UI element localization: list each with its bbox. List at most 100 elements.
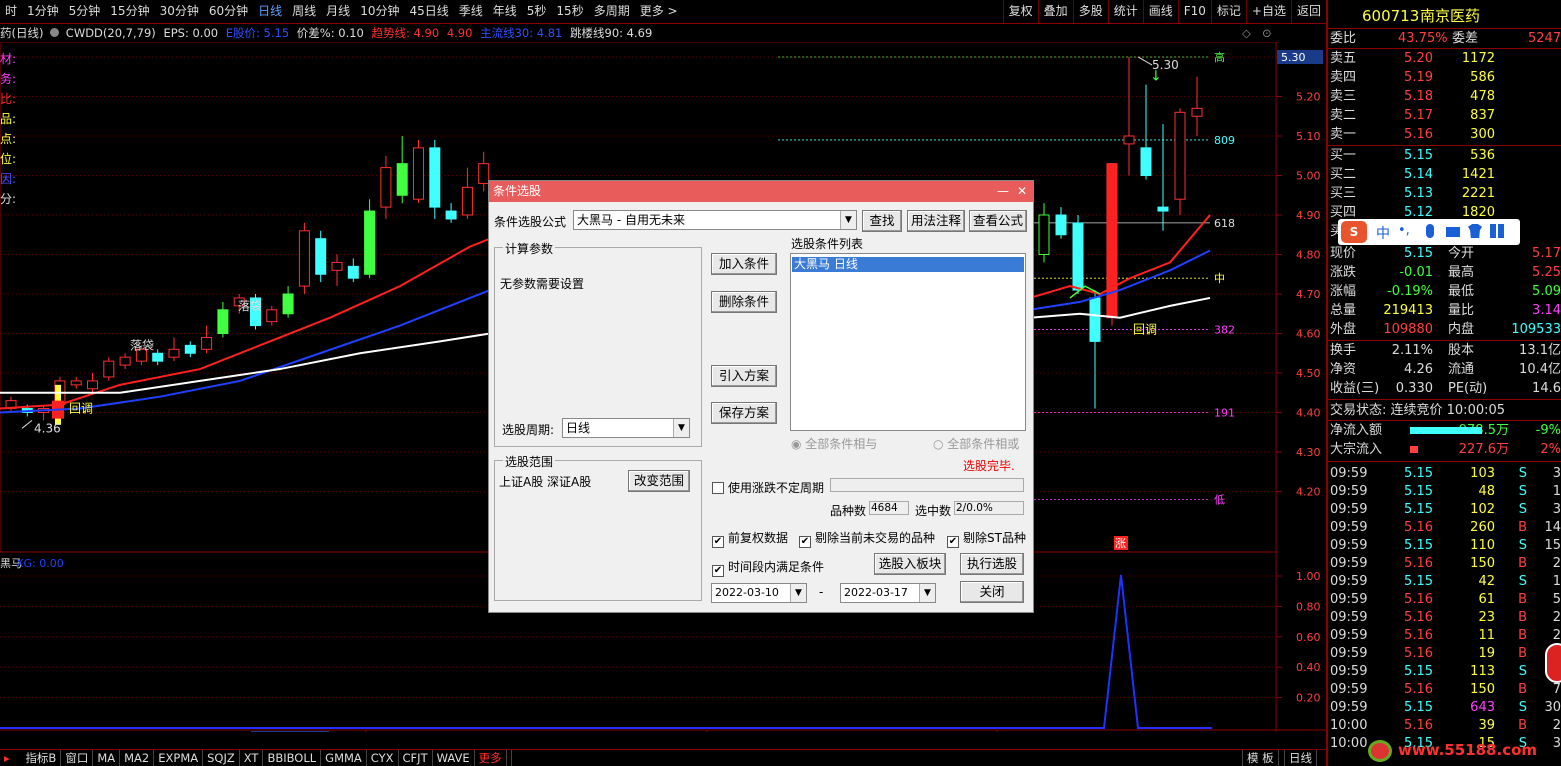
microphone-icon[interactable] [1426,224,1434,238]
cb-time-period[interactable]: ✔ 时间段内满足条件 [712,558,824,577]
eps-value: EPS: 0.00 [163,26,219,40]
skin-icon[interactable] [1468,224,1482,238]
close-icon[interactable]: ✕ [1017,181,1027,202]
radio-and[interactable]: ◉ 全部条件相与 [791,435,877,452]
toolbar-button[interactable]: 统计 [1107,0,1143,23]
indicator-tab[interactable]: 更多 [475,750,507,766]
toolbar-button[interactable]: 多股 [1072,0,1108,23]
cb-exclude-untraded[interactable]: ✔ 剔除当前未交易的品种 [799,529,935,548]
indicator-tab[interactable]: SQJZ [203,750,240,766]
period-tab[interactable]: 15分钟 [105,0,154,23]
chevron-down-icon[interactable]: ▼ [790,584,806,602]
save-scheme-button[interactable]: 保存方案 [711,402,777,424]
radio-icon[interactable]: ○ [933,437,947,451]
ime-toolbar[interactable]: S 中 •, [1338,219,1520,245]
radio-icon[interactable]: ◉ [791,437,805,451]
indicator-tab[interactable]: 窗口 [61,750,94,766]
chevron-down-icon[interactable]: ▼ [840,211,856,229]
indicator-tab[interactable]: EXPMA [154,750,204,766]
usage-button[interactable]: 用法注释 [907,210,965,232]
template-button[interactable]: 模 板 [1242,750,1279,766]
toolbar-button[interactable]: 画线 [1142,0,1178,23]
toolbox-icon[interactable] [1490,224,1504,238]
period-tab[interactable]: 5秒 [522,0,552,23]
change-range-button[interactable]: 改变范围 [628,470,690,492]
find-button[interactable]: 查找 [862,210,902,232]
minimize-icon[interactable]: — [997,181,1009,202]
period-tab[interactable]: 10分钟 [355,0,404,23]
indicator-tab[interactable]: XT [240,750,264,766]
indicator-tab[interactable]: CYX [367,750,399,766]
toolbar-button[interactable]: 叠加 [1037,0,1073,23]
toolbar-button[interactable]: +自选 [1245,0,1291,23]
checkbox-icon[interactable]: ✔ [947,536,959,548]
toolbar-button[interactable]: 复权 [1002,0,1038,23]
dot-icon[interactable] [50,28,60,37]
period-tab[interactable]: 1分钟 [22,0,64,23]
add-condition-button[interactable]: 加入条件 [711,253,777,275]
indicator-tab[interactable]: 指标B [21,750,62,766]
quote-value: 219413 [1383,303,1433,318]
low-pointer [21,420,33,429]
cb-adjust[interactable]: ✔ 前复权数据 [712,529,788,548]
toolbar-button[interactable]: F10 [1177,0,1211,23]
import-scheme-button[interactable]: 引入方案 [711,365,777,387]
cb-unfixed-period[interactable]: 使用涨跌不定周期 [712,479,824,496]
radio-or[interactable]: ○ 全部条件相或 [933,435,1019,452]
period-tab[interactable]: 更多 > [635,0,683,23]
tick-time: 09:59 [1330,664,1368,679]
ime-punct[interactable]: •, [1398,223,1410,238]
indicator-name[interactable]: CWDD(20,7,79) [66,26,156,40]
period-tab[interactable]: 5分钟 [64,0,106,23]
checkbox-icon[interactable]: ✔ [799,536,811,548]
indicator-tab[interactable]: MA2 [120,750,155,766]
period-tab[interactable]: 时 [0,0,22,23]
delete-condition-button[interactable]: 删除条件 [711,291,777,313]
period-tab[interactable]: 15秒 [551,0,588,23]
view-formula-button[interactable]: 查看公式 [969,210,1027,232]
tick-count: 3 [1552,502,1561,517]
toolbar-button[interactable]: 返回 [1290,0,1326,23]
date-to-select[interactable]: 2022-03-17 ▼ [840,583,936,603]
checkbox-icon[interactable]: ✔ [712,536,724,548]
quote-value: 14.6 [1532,381,1561,396]
period-tab[interactable]: 30分钟 [155,0,204,23]
indicator-tab[interactable]: CFJT [399,750,433,766]
execute-button[interactable]: 执行选股 [960,553,1024,575]
period-tab[interactable]: 年线 [488,0,522,23]
settings-icon[interactable]: ◇ [1242,24,1251,42]
checkbox-icon[interactable]: ✔ [712,565,724,577]
period-tab[interactable]: 周线 [287,0,321,23]
keyboard-icon[interactable] [1446,227,1460,237]
float-badge-icon[interactable] [1545,643,1561,683]
ime-lang[interactable]: 中 [1376,223,1390,243]
toolbar-button[interactable]: 标记 [1210,0,1246,23]
period-indicator[interactable]: 日线 [1284,750,1317,766]
period-tab[interactable]: 日线 [253,0,287,23]
indicator-tab[interactable]: BBIBOLL [263,750,322,766]
checkbox-icon[interactable] [712,482,724,494]
close-button[interactable]: 关闭 [960,581,1024,603]
to-block-button[interactable]: 选股入板块 [874,553,946,575]
period-tab[interactable]: 多周期 [589,0,635,23]
watermark-logo-icon [1368,740,1392,762]
condition-item[interactable]: 大黑马 日线 [792,257,1024,272]
close-icon[interactable]: ⊙ [1262,24,1272,42]
date-from-select[interactable]: 2022-03-10 ▼ [711,583,807,603]
tick-time: 10:00 [1330,718,1368,733]
cb-exclude-st[interactable]: ✔ 剔除ST品种 [947,529,1026,548]
selected-label: 选中数 [915,504,952,518]
indicator-tab[interactable]: GMMA [321,750,367,766]
period-select[interactable]: 日线 ▼ [562,418,690,438]
indicator-tab[interactable]: WAVE [433,750,475,766]
period-tab[interactable]: 45日线 [404,0,453,23]
period-tab[interactable]: 60分钟 [204,0,253,23]
period-tab[interactable]: 月线 [321,0,355,23]
indicator-tab[interactable]: MA [93,750,121,766]
dialog-titlebar[interactable]: 条件选股 — ✕ [489,181,1033,202]
condition-list[interactable]: 大黑马 日线 [790,253,1026,431]
formula-select[interactable]: 大黑马 - 自用无未来 ▼ [573,210,857,230]
chevron-down-icon[interactable]: ▼ [919,584,935,602]
chevron-down-icon[interactable]: ▼ [673,419,689,437]
period-tab[interactable]: 季线 [454,0,488,23]
